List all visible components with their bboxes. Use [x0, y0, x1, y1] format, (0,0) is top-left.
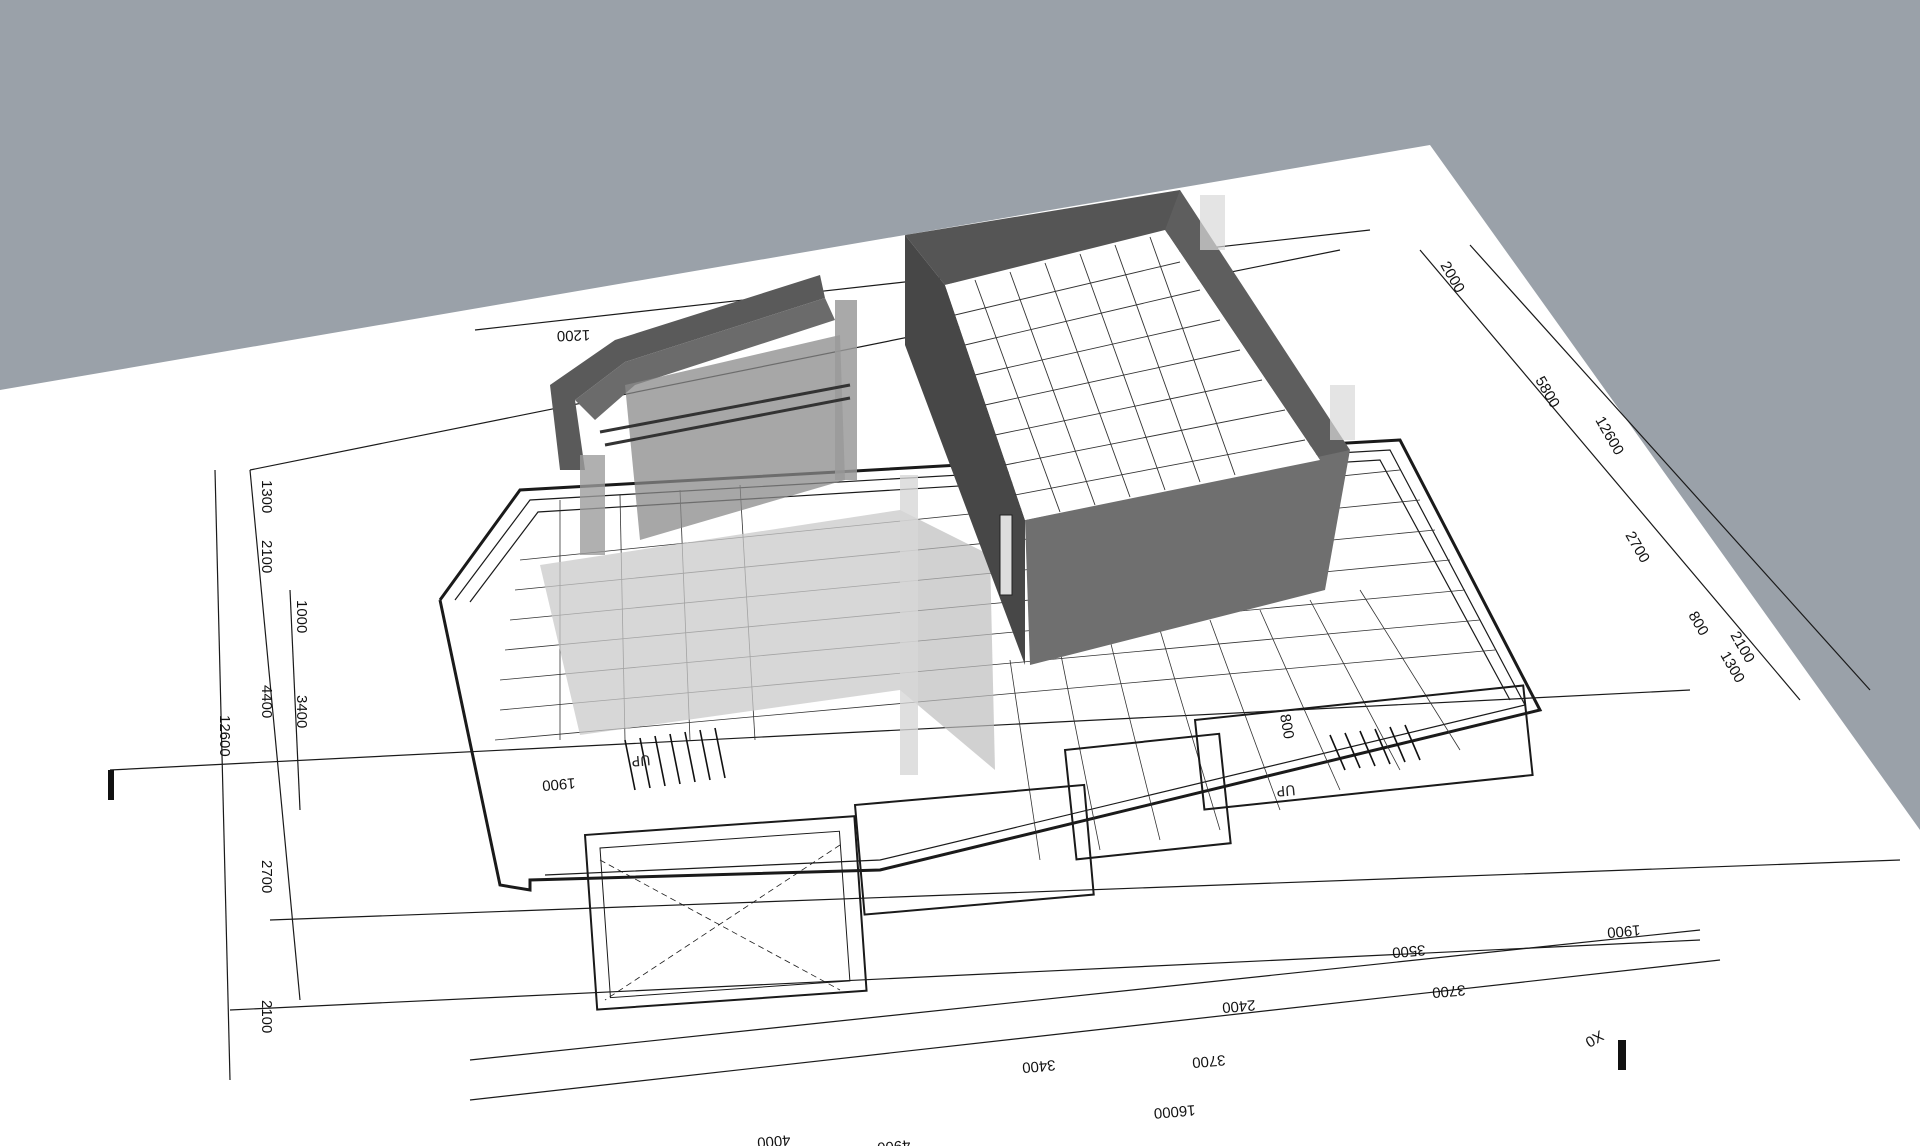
dim-left-3: 1000	[293, 600, 310, 633]
dim-bottom-7: 16000	[1153, 1101, 1196, 1122]
viewport-canvas[interactable]: 1300 2100 1000 4400 3400 12600 1900 2700…	[0, 0, 1920, 1146]
section-marker-right	[1618, 1040, 1626, 1070]
stair-label-left: UP	[631, 751, 651, 769]
dim-bottom-2: 3500	[1391, 941, 1426, 961]
dim-left-1: 1300	[258, 480, 275, 513]
dim-left-4: 4400	[258, 685, 275, 718]
dim-bottom-1: 1900	[1606, 921, 1641, 941]
dim-left-2: 2100	[258, 540, 275, 573]
dim-bottom-3: 3700	[1431, 981, 1466, 1001]
dim-left-8: 2700	[258, 860, 275, 893]
dim-bottom-4: 2400	[1221, 996, 1256, 1016]
dim-left-7: 1900	[541, 774, 576, 794]
dim-bottom-6: 3700	[1191, 1051, 1226, 1071]
dim-left-6: 12600	[216, 715, 233, 757]
stair-label-right: UP	[1276, 781, 1296, 799]
section-marker-left	[108, 770, 114, 800]
3d-viewport[interactable]: 1300 2100 1000 4400 3400 12600 1900 2700…	[0, 0, 1920, 1146]
dim-top-1: 1200	[557, 326, 591, 344]
dim-bottom-5: 3400	[1021, 1056, 1056, 1076]
dim-left-9: 2100	[258, 1000, 275, 1033]
dim-left-5: 3400	[293, 695, 310, 728]
